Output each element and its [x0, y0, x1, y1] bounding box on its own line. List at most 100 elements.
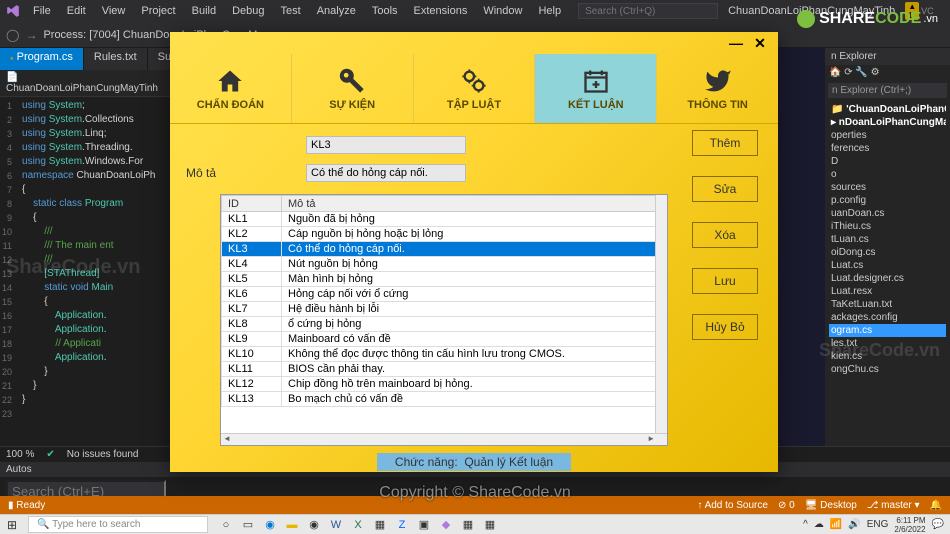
word-icon[interactable]: W	[328, 517, 344, 533]
table-row[interactable]: KL9Mainboard có vấn đề	[222, 332, 667, 347]
menu-test[interactable]: Test	[274, 3, 308, 19]
exp-item[interactable]: TaKetLuan.txt	[829, 298, 946, 311]
bell-icon[interactable]: 🔔	[930, 500, 942, 511]
nav-sukien[interactable]: SỰ KIỆN	[292, 54, 414, 123]
sql-icon[interactable]: ▣	[416, 517, 432, 533]
table-row[interactable]: KL8ổ cứng bị hỏng	[222, 317, 667, 332]
menu-file[interactable]: File	[26, 3, 58, 19]
table-row[interactable]: KL13Bo mạch chủ có vấn đề	[222, 392, 667, 407]
edge-icon[interactable]: ◉	[262, 517, 278, 533]
back-icon[interactable]: ◯	[6, 28, 19, 42]
exp-item[interactable]: p.config	[829, 194, 946, 207]
tray-lang[interactable]: ENG	[867, 519, 889, 530]
table-row[interactable]: KL10Không thể đọc được thông tin cấu hìn…	[222, 347, 667, 362]
sua-button[interactable]: Sửa	[692, 176, 758, 202]
taskbar-clock[interactable]: 6:11 PM2/6/2022	[894, 516, 925, 534]
menu-project[interactable]: Project	[134, 3, 182, 19]
tab-program[interactable]: Program.cs	[0, 48, 84, 70]
table-row[interactable]: KL3Có thể do hỏng cáp nối.	[222, 242, 667, 257]
col-mota[interactable]: Mô tả	[282, 196, 667, 212]
zalo-icon[interactable]: Z	[394, 517, 410, 533]
tray-cloud-icon[interactable]: ☁	[814, 519, 824, 530]
exp-item[interactable]: Luat.designer.cs	[829, 272, 946, 285]
nav-chandoan[interactable]: CHẨN ĐOÁN	[170, 54, 292, 123]
explorer-icon[interactable]: ▬	[284, 517, 300, 533]
vs-search-input[interactable]	[578, 3, 718, 19]
tray-up-icon[interactable]: ^	[803, 519, 808, 530]
luu-button[interactable]: Lưu	[692, 268, 758, 294]
tray-sound-icon[interactable]: 🔊	[848, 519, 860, 530]
table-row[interactable]: KL6Hỏng cáp nối với ổ cứng	[222, 287, 667, 302]
exp-item[interactable]: operties	[829, 129, 946, 142]
app-icon[interactable]: ▦	[372, 517, 388, 533]
menu-extensions[interactable]: Extensions	[407, 3, 475, 19]
menu-window[interactable]: Window	[476, 3, 529, 19]
menu-help[interactable]: Help	[531, 3, 568, 19]
forward-icon[interactable]: →	[25, 28, 37, 42]
explorer-search[interactable]: n Explorer (Ctrl+;)	[828, 83, 947, 98]
branch-label[interactable]: ⎇ master ▾	[867, 500, 920, 511]
exp-item[interactable]: Luat.resx	[829, 285, 946, 298]
exp-item[interactable]: ferences	[829, 142, 946, 155]
table-row[interactable]: KL5Màn hình bị hỏng	[222, 272, 667, 287]
table-row[interactable]: KL11BIOS cần phải thay.	[222, 362, 667, 377]
exp-item[interactable]: uanDoan.cs	[829, 207, 946, 220]
start-button[interactable]: ⊞	[0, 518, 24, 532]
grid-vscrollbar[interactable]	[655, 195, 667, 433]
menu-tools[interactable]: Tools	[365, 3, 405, 19]
table-row[interactable]: KL2Cáp nguồn bị hỏng hoặc bị lỏng	[222, 227, 667, 242]
nav-ketluan[interactable]: KẾT LUẬN	[535, 54, 657, 123]
taskview-icon[interactable]: ▭	[240, 517, 256, 533]
app3-icon[interactable]: ▦	[482, 517, 498, 533]
grid-hscrollbar[interactable]	[221, 433, 667, 445]
add-source[interactable]: ↑ Add to Source	[697, 500, 768, 511]
taskbar-search[interactable]: 🔍 Type here to search	[28, 516, 208, 533]
table-row[interactable]: KL4Nút nguồn bị hỏng	[222, 257, 667, 272]
exp-item[interactable]: tLuan.cs	[829, 233, 946, 246]
xoa-button[interactable]: Xóa	[692, 222, 758, 248]
gear-icon	[797, 10, 815, 28]
exp-item[interactable]: sources	[829, 181, 946, 194]
table-row[interactable]: KL7Hệ điều hành bị lỗi	[222, 302, 667, 317]
notifications-icon[interactable]: 💬	[932, 519, 944, 530]
app-minimize-button[interactable]: —	[724, 34, 748, 52]
menu-edit[interactable]: Edit	[60, 3, 93, 19]
menu-view[interactable]: View	[95, 3, 133, 19]
vs-icon[interactable]: ◆	[438, 517, 454, 533]
tab-rules[interactable]: Rules.txt	[84, 48, 148, 70]
app-close-button[interactable]: ✕	[748, 34, 772, 52]
data-grid[interactable]: ID Mô tả KL1Nguồn đã bị hỏngKL2Cáp nguồn…	[220, 194, 668, 446]
mota-input[interactable]	[306, 164, 466, 182]
exp-item[interactable]: ackages.config	[829, 311, 946, 324]
exp-item[interactable]: o	[829, 168, 946, 181]
nav-thongtin[interactable]: THÔNG TIN	[657, 54, 778, 123]
table-row[interactable]: KL12Chip đồng hồ trên mainboard bị hỏng.	[222, 377, 667, 392]
exp-item[interactable]: iThieu.cs	[829, 220, 946, 233]
sln-root[interactable]: 📁 'ChuanDoanLoiPhanCungMayTinh'	[829, 103, 946, 116]
col-id[interactable]: ID	[222, 196, 282, 212]
them-button[interactable]: Thêm	[692, 130, 758, 156]
nav-tapluat[interactable]: TẬP LUẬT	[414, 54, 536, 123]
cortana-icon[interactable]: ○	[218, 517, 234, 533]
table-row[interactable]: KL1Nguồn đã bị hỏng	[222, 212, 667, 227]
minimize-button[interactable]: ─	[944, 5, 950, 18]
proj-node[interactable]: ▸ nDoanLoiPhanCungMayTinh	[829, 116, 946, 129]
exp-item[interactable]: ongChu.cs	[829, 363, 946, 376]
id-input[interactable]	[306, 136, 466, 154]
tray-wifi-icon[interactable]: 📶	[830, 519, 842, 530]
exp-item[interactable]: Luat.cs	[829, 259, 946, 272]
menu-build[interactable]: Build	[185, 3, 223, 19]
menu-debug[interactable]: Debug	[225, 3, 271, 19]
home-icon	[216, 67, 244, 95]
menu-analyze[interactable]: Analyze	[310, 3, 363, 19]
chrome-icon[interactable]: ◉	[306, 517, 322, 533]
exp-item[interactable]: oiDong.cs	[829, 246, 946, 259]
app2-icon[interactable]: ▦	[460, 517, 476, 533]
app-nav: CHẨN ĐOÁN SỰ KIỆN TẬP LUẬT KẾT LUẬN THÔN…	[170, 54, 778, 124]
editor-tabs: Program.cs Rules.txt SuKien.cs	[0, 48, 170, 70]
huybo-button[interactable]: Hủy Bỏ	[692, 314, 758, 340]
excel-icon[interactable]: X	[350, 517, 366, 533]
desktop-label[interactable]: 🖥 Desktop	[805, 500, 857, 511]
exp-item[interactable]: D	[829, 155, 946, 168]
exp-item[interactable]: ogram.cs	[829, 324, 946, 337]
